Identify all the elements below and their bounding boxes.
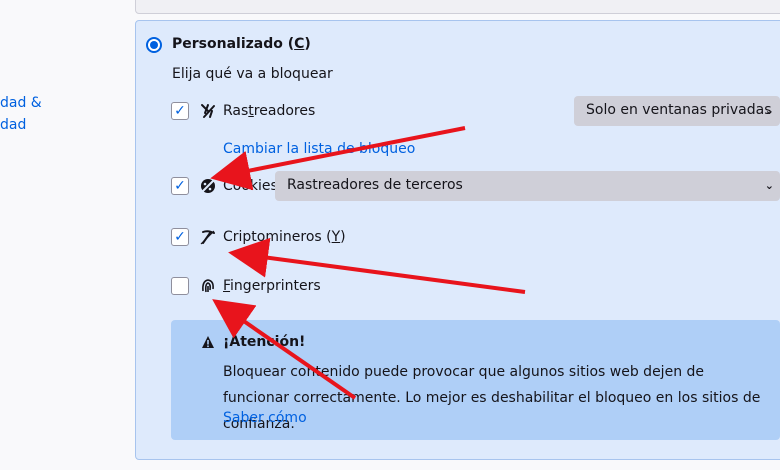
cryptominers-label[interactable]: Criptomineros (Y) <box>223 229 346 245</box>
fingerprint-icon <box>202 279 214 293</box>
custom-radio[interactable] <box>146 37 162 53</box>
custom-subtitle: Elija qué va a bloquear <box>172 66 333 82</box>
sidebar-privacy-link-line1[interactable]: dad & <box>0 95 42 111</box>
trackers-checkbox[interactable]: ✓ <box>171 102 189 120</box>
cookies-select[interactable]: Rastreadores de terceros ⌄ <box>275 171 780 201</box>
sidebar-privacy-link-line2[interactable]: dad <box>0 117 26 133</box>
cookies-checkbox[interactable]: ✓ <box>171 177 189 195</box>
chevron-down-icon: ⌄ <box>764 179 774 192</box>
warning-title: ¡Atención! <box>223 334 306 350</box>
cookies-select-value: Rastreadores de terceros <box>287 177 463 193</box>
custom-radio-label[interactable]: Personalizado (C) <box>172 36 311 52</box>
tracker-icon <box>201 104 215 118</box>
cryptominer-icon <box>200 230 215 245</box>
cookie-icon <box>200 178 216 194</box>
trackers-select[interactable]: Solo en ventanas privadas ⌄ <box>574 96 780 126</box>
trackers-select-value: Solo en ventanas privadas <box>586 102 772 118</box>
trackers-label[interactable]: Rastreadores <box>223 103 315 119</box>
change-block-list-link[interactable]: Cambiar la lista de bloqueo <box>223 141 415 157</box>
cookies-label[interactable]: Cookies <box>223 178 278 194</box>
fingerprinters-checkbox[interactable] <box>171 277 189 295</box>
cryptominers-checkbox[interactable]: ✓ <box>171 228 189 246</box>
learn-more-link[interactable]: Saber cómo <box>223 410 307 426</box>
fingerprinters-label[interactable]: Fingerprinters <box>223 278 321 294</box>
warning-icon <box>202 336 214 348</box>
top-card <box>135 0 780 14</box>
chevron-down-icon: ⌄ <box>764 104 774 117</box>
